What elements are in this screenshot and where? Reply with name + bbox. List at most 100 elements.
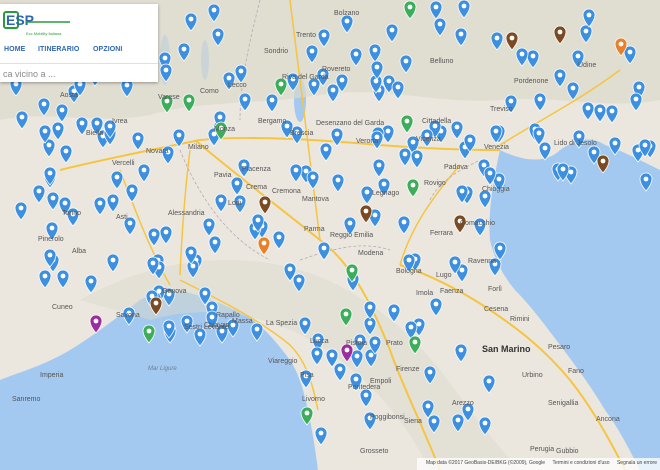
sea-adriatic bbox=[489, 139, 660, 470]
charging-station-marker[interactable] bbox=[450, 120, 464, 140]
charging-station-marker[interactable] bbox=[51, 121, 65, 141]
charging-station-marker[interactable] bbox=[106, 253, 120, 273]
charging-station-marker[interactable] bbox=[55, 103, 69, 123]
charging-station-marker[interactable] bbox=[230, 176, 244, 196]
charging-station-marker[interactable] bbox=[202, 217, 216, 237]
charging-station-marker[interactable] bbox=[272, 230, 286, 250]
city-label: Pesaro bbox=[548, 344, 571, 351]
charging-station-marker[interactable] bbox=[326, 83, 340, 103]
charging-station-marker[interactable] bbox=[106, 193, 120, 213]
charging-station-marker[interactable] bbox=[14, 201, 28, 221]
charging-station-marker[interactable] bbox=[258, 195, 272, 215]
city-label: Lucca bbox=[310, 338, 329, 345]
city-label: Milano bbox=[188, 144, 209, 151]
city-label: Massa bbox=[232, 318, 253, 325]
city-label: Udine bbox=[578, 62, 597, 69]
charging-station-marker[interactable] bbox=[214, 193, 228, 213]
charging-station-marker[interactable] bbox=[15, 110, 29, 130]
city-label: Desenzano del Garda bbox=[316, 120, 385, 127]
charging-station-marker[interactable] bbox=[533, 92, 547, 112]
city-label: Viareggio bbox=[268, 358, 298, 365]
city-label: Gubbio bbox=[556, 448, 579, 455]
city-label: Pontedera bbox=[348, 384, 381, 391]
charging-station-marker[interactable] bbox=[359, 388, 373, 408]
charging-station-marker[interactable] bbox=[398, 147, 412, 167]
charging-station-marker[interactable] bbox=[317, 241, 331, 261]
charging-station-marker[interactable] bbox=[410, 149, 424, 169]
city-label: Genova bbox=[162, 288, 187, 295]
city-label: Crema bbox=[246, 184, 268, 191]
charging-station-marker[interactable] bbox=[319, 142, 333, 162]
charging-station-marker[interactable] bbox=[605, 104, 619, 124]
city-label: Grosseto bbox=[360, 448, 389, 455]
label-san-marino: San Marino bbox=[482, 344, 531, 354]
charging-station-marker[interactable] bbox=[593, 103, 607, 123]
charging-station-marker[interactable] bbox=[182, 93, 196, 113]
city-label: Varese bbox=[158, 94, 180, 101]
charging-station-marker[interactable] bbox=[56, 269, 70, 289]
city-label: Ivrea bbox=[112, 118, 128, 125]
map-view[interactable]: San Marino Mar Ligure Milano Monza Bergamo… bbox=[0, 0, 660, 470]
charging-station-marker[interactable] bbox=[59, 144, 73, 164]
charging-station-marker[interactable] bbox=[159, 225, 173, 245]
city-label: Poggibonsi bbox=[370, 414, 405, 421]
city-label: Torino bbox=[62, 210, 82, 217]
charging-station-marker[interactable] bbox=[38, 269, 52, 289]
charging-station-marker[interactable] bbox=[257, 236, 271, 256]
charging-station-marker[interactable] bbox=[125, 183, 139, 203]
city-label: Brescia bbox=[290, 130, 314, 137]
charging-station-marker[interactable] bbox=[32, 184, 46, 204]
nav-itinerario[interactable]: ITINERARIO bbox=[38, 46, 79, 53]
nav-home[interactable]: HOME bbox=[4, 46, 25, 53]
charging-station-marker[interactable] bbox=[93, 196, 107, 216]
city-label: Savona bbox=[116, 312, 140, 319]
charging-station-marker[interactable] bbox=[131, 131, 145, 151]
charging-station-marker[interactable] bbox=[482, 374, 496, 394]
city-label: Treviso bbox=[490, 106, 513, 113]
charging-station-marker[interactable] bbox=[429, 297, 443, 317]
charging-station-marker[interactable] bbox=[46, 191, 60, 211]
nav-opzioni[interactable]: OPZIONI bbox=[93, 46, 122, 53]
city-label: Cittadella bbox=[422, 118, 452, 125]
charging-station-marker[interactable] bbox=[454, 343, 468, 363]
charging-station-marker[interactable] bbox=[391, 80, 405, 100]
charging-station-marker[interactable] bbox=[306, 170, 320, 190]
city-label: Livorno bbox=[302, 396, 325, 403]
city-label: Parma bbox=[304, 226, 325, 233]
city-label: Asti bbox=[116, 214, 128, 221]
city-label: Faenza bbox=[440, 288, 464, 295]
charging-station-marker[interactable] bbox=[137, 163, 151, 183]
charging-station-marker[interactable] bbox=[110, 170, 124, 190]
charging-station-marker[interactable] bbox=[397, 215, 411, 235]
charging-station-marker[interactable] bbox=[208, 235, 222, 255]
city-label: Alba bbox=[72, 248, 87, 255]
search-input[interactable] bbox=[0, 67, 156, 81]
charging-station-marker[interactable] bbox=[330, 127, 344, 147]
charging-station-marker[interactable] bbox=[581, 101, 595, 121]
city-label: Ravenna bbox=[468, 258, 497, 265]
attribution-report-link[interactable]: Segnala un errore bbox=[617, 460, 657, 466]
city-label: Alessandria bbox=[168, 210, 205, 217]
city-label: Pistoia bbox=[346, 340, 368, 347]
charging-station-marker[interactable] bbox=[238, 92, 252, 112]
city-label: Perugia bbox=[530, 446, 555, 453]
city-label: Siena bbox=[404, 418, 422, 425]
charging-station-marker[interactable] bbox=[333, 362, 347, 382]
charging-station-marker[interactable] bbox=[406, 178, 420, 198]
charging-station-marker[interactable] bbox=[331, 173, 345, 193]
city-label: Rimini bbox=[510, 316, 530, 323]
charging-station-marker[interactable] bbox=[265, 93, 279, 113]
city-label: Legnago bbox=[372, 190, 400, 197]
esp-logo-icon: ESP bbox=[3, 11, 70, 29]
charging-station-marker[interactable] bbox=[310, 346, 324, 366]
city-label: Lugo bbox=[436, 272, 452, 279]
charging-station-marker[interactable] bbox=[629, 92, 643, 112]
app-panel: ESP Ecc Mobility Italiana HOME ITINERARI… bbox=[0, 4, 158, 82]
charging-station-marker[interactable] bbox=[289, 163, 303, 183]
charging-station-marker[interactable] bbox=[314, 426, 328, 446]
city-label: Comacchio bbox=[460, 220, 496, 227]
charging-station-marker[interactable] bbox=[400, 114, 414, 134]
charging-station-marker[interactable] bbox=[372, 158, 386, 178]
attribution-terms-link[interactable]: Termini e condizioni d'uso bbox=[552, 460, 609, 466]
charging-station-marker[interactable] bbox=[84, 274, 98, 294]
